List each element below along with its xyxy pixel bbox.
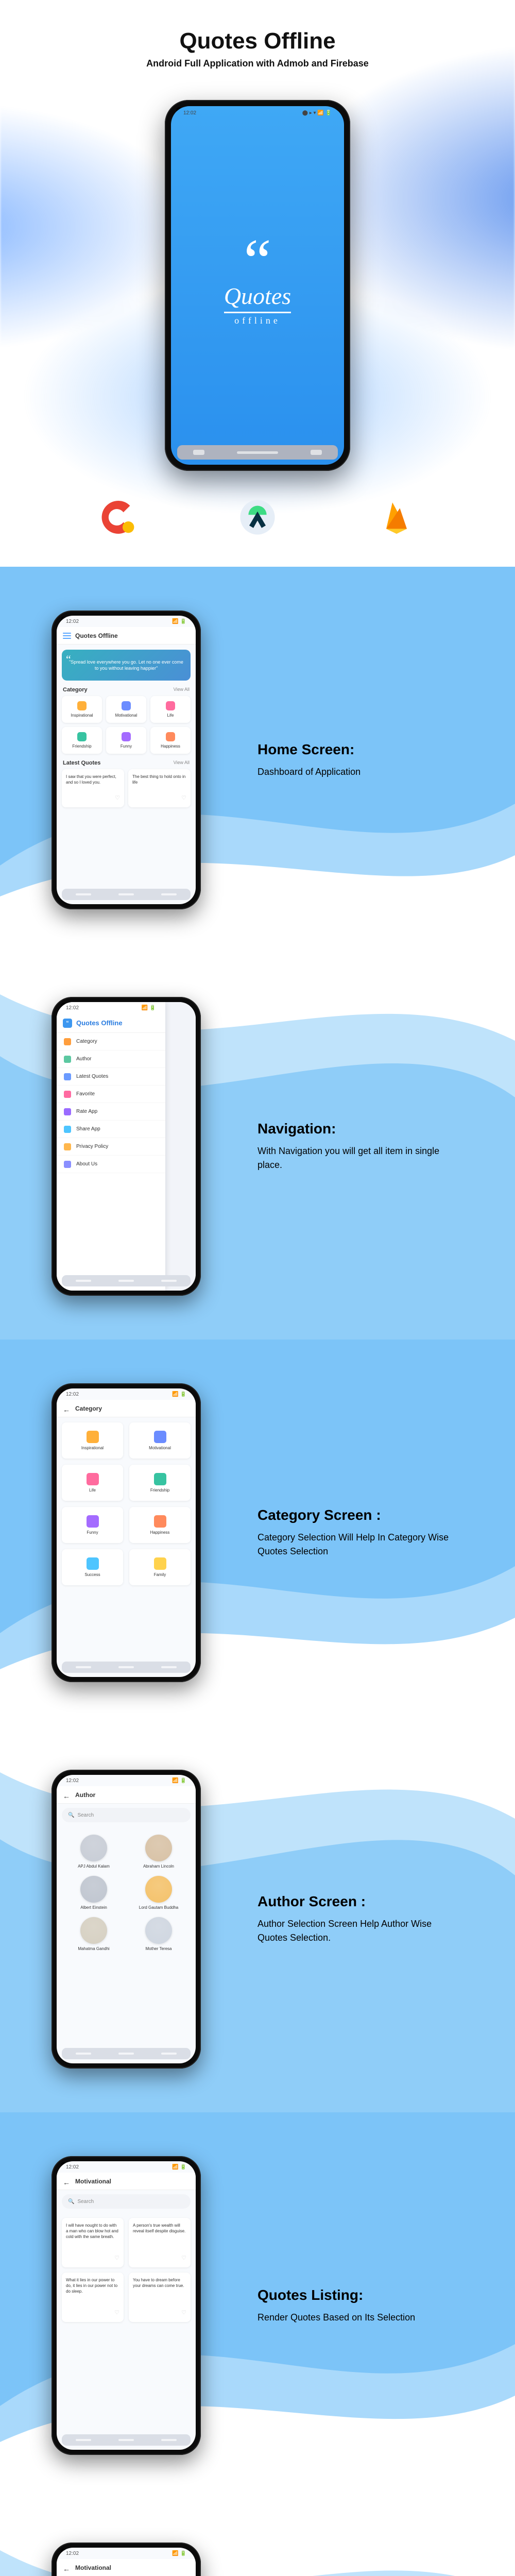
back-icon[interactable]	[63, 1405, 71, 1412]
android-studio-icon	[237, 497, 278, 538]
section-author: 12:02📶 🔋 Author 🔍Search APJ Abdul KalamA…	[0, 1726, 515, 2112]
status-bar: 12:02 ⬤ ▸ ▾ 📶 🔋	[171, 106, 344, 120]
quote-card[interactable]: You have to dream before your dreams can…	[129, 2273, 191, 2322]
section-heading: Navigation:	[258, 1121, 464, 1137]
app-splash-logo: “ Quotes offline	[171, 120, 344, 445]
quote-card[interactable]: The best thing to hold onto in life♡	[128, 769, 191, 807]
author-item[interactable]: Albert Einstein	[65, 1876, 123, 1910]
navigation-drawer: 12:02📶 🔋 “ Quotes Offline CategoryAuthor…	[57, 1002, 165, 1291]
drawer-item[interactable]: Rate App	[57, 1103, 165, 1121]
category-chip[interactable]: Motivational	[106, 696, 146, 723]
section-detail: 12:02📶 🔋 Motivational 1 / 6 “ I will hav…	[0, 2499, 515, 2576]
section-body: Category Selection Will Help In Category…	[258, 1531, 464, 1558]
section-category: Category Screen : Category Selection Wil…	[0, 1340, 515, 1726]
author-item[interactable]: Lord Gautam Buddha	[130, 1876, 187, 1910]
quote-card[interactable]: I will have nought to do with a man who …	[62, 2218, 124, 2267]
favorite-icon[interactable]: ♡	[181, 2309, 186, 2317]
hero-title: Quotes Offline	[0, 28, 515, 54]
category-chip[interactable]: Funny	[106, 727, 146, 754]
section-heading: Author Screen :	[258, 1893, 464, 1910]
quote-mark-icon: “	[66, 652, 71, 667]
view-all-link[interactable]: View All	[174, 687, 190, 693]
category-chip[interactable]: Friendship	[129, 1465, 191, 1501]
listing-phone-mockup: 12:02📶 🔋 Motivational 🔍Search I will hav…	[52, 2156, 201, 2455]
author-item[interactable]: Mahatma Gandhi	[65, 1917, 123, 1951]
avatar	[80, 1835, 107, 1861]
hero-subtitle: Android Full Application with Admob and …	[0, 58, 515, 69]
category-chip[interactable]: Motivational	[129, 1422, 191, 1459]
hero-section: Quotes Offline Android Full Application …	[0, 0, 515, 567]
favorite-icon[interactable]: ♡	[114, 2309, 119, 2317]
section-body: With Navigation you will get all item in…	[258, 1144, 464, 1172]
section-body: Dashboard of Application	[258, 765, 464, 779]
search-icon: 🔍	[68, 2199, 74, 2205]
section-heading: Home Screen:	[258, 741, 464, 758]
featured-quote-card[interactable]: “ "Spread love everywhere you go. Let no…	[62, 650, 191, 681]
author-item[interactable]: Mother Teresa	[130, 1917, 187, 1951]
drawer-item[interactable]: Category	[57, 1033, 165, 1050]
section-listing: Quotes Listing: Render Quotes Based on I…	[0, 2112, 515, 2499]
quote-card[interactable]: I saw that you were perfect, and so I lo…	[62, 769, 124, 807]
avatar	[80, 1917, 107, 1944]
android-nav-bar	[177, 445, 338, 460]
author-item[interactable]: Abraham Lincoln	[130, 1835, 187, 1869]
category-chip[interactable]: Funny	[62, 1507, 123, 1543]
category-chip[interactable]: Life	[150, 696, 191, 723]
tech-stack-row	[0, 497, 515, 538]
drawer-item[interactable]: About Us	[57, 1156, 165, 1173]
back-icon[interactable]	[63, 2178, 71, 2184]
section-home: Home Screen: Dashboard of Application 12…	[0, 567, 515, 953]
section-body: Render Quotes Based on Its Selection	[258, 2311, 464, 2325]
detail-phone-mockup: 12:02📶 🔋 Motivational 1 / 6 “ I will hav…	[52, 2543, 201, 2576]
category-chip[interactable]: Happiness	[150, 727, 191, 754]
quote-card[interactable]: A person's true wealth will reveal itsel…	[129, 2218, 191, 2267]
avatar	[145, 1835, 172, 1861]
quote-mark-icon: “	[244, 239, 271, 282]
nav-phone-mockup: 12:02📶 🔋 “ Quotes Offline CategoryAuthor…	[52, 997, 201, 1296]
category-phone-mockup: 12:02📶 🔋 Category InspirationalMotivatio…	[52, 1383, 201, 1682]
category-chip[interactable]: Inspirational	[62, 1422, 123, 1459]
back-icon[interactable]	[63, 1792, 71, 1798]
favorite-icon[interactable]: ♡	[181, 2255, 186, 2262]
drawer-item[interactable]: Author	[57, 1050, 165, 1068]
favorite-icon[interactable]: ♡	[181, 794, 186, 802]
category-chip[interactable]: Happiness	[129, 1507, 191, 1543]
search-input[interactable]: 🔍Search	[62, 2194, 191, 2209]
app-bar-title: Quotes Offline	[75, 632, 118, 639]
drawer-item[interactable]: Share App	[57, 1121, 165, 1138]
hero-phone-mockup: 12:02 ⬤ ▸ ▾ 📶 🔋 “ Quotes offline	[165, 100, 350, 471]
author-phone-mockup: 12:02📶 🔋 Author 🔍Search APJ Abdul KalamA…	[52, 1770, 201, 2069]
category-chip[interactable]: Family	[129, 1549, 191, 1585]
avatar	[145, 1876, 172, 1903]
favorite-icon[interactable]: ♡	[115, 794, 120, 802]
drawer-item[interactable]: Latest Quotes	[57, 1068, 165, 1086]
home-phone-mockup: 12:02📶 🔋 Quotes Offline “ "Spread love e…	[52, 611, 201, 909]
hamburger-icon[interactable]	[63, 633, 71, 639]
drawer-item[interactable]: Privacy Policy	[57, 1138, 165, 1156]
app-logo-icon: “	[63, 1019, 72, 1028]
author-item[interactable]: APJ Abdul Kalam	[65, 1835, 123, 1869]
admob-icon	[98, 497, 139, 538]
category-chip[interactable]: Life	[62, 1465, 123, 1501]
view-all-link[interactable]: View All	[174, 760, 190, 766]
category-chip[interactable]: Success	[62, 1549, 123, 1585]
search-input[interactable]: 🔍Search	[62, 1808, 191, 1822]
app-bar: Quotes Offline	[57, 627, 196, 645]
category-chip[interactable]: Inspirational	[62, 696, 102, 723]
section-navigation: 12:02📶 🔋 “ Quotes Offline CategoryAuthor…	[0, 953, 515, 1340]
category-chip[interactable]: Friendship	[62, 727, 102, 754]
firebase-icon	[376, 497, 417, 538]
avatar	[145, 1917, 172, 1944]
favorite-icon[interactable]: ♡	[114, 2255, 119, 2262]
drawer-item[interactable]: Favorite	[57, 1086, 165, 1103]
section-heading: Category Screen :	[258, 1507, 464, 1523]
quote-card[interactable]: What it lies in our power to do, it lies…	[62, 2273, 124, 2322]
back-icon[interactable]	[63, 2565, 71, 2571]
avatar	[80, 1876, 107, 1903]
section-heading: Quotes Listing:	[258, 2287, 464, 2303]
search-icon: 🔍	[68, 1812, 74, 1818]
section-body: Author Selection Screen Help Author Wise…	[258, 1917, 464, 1945]
